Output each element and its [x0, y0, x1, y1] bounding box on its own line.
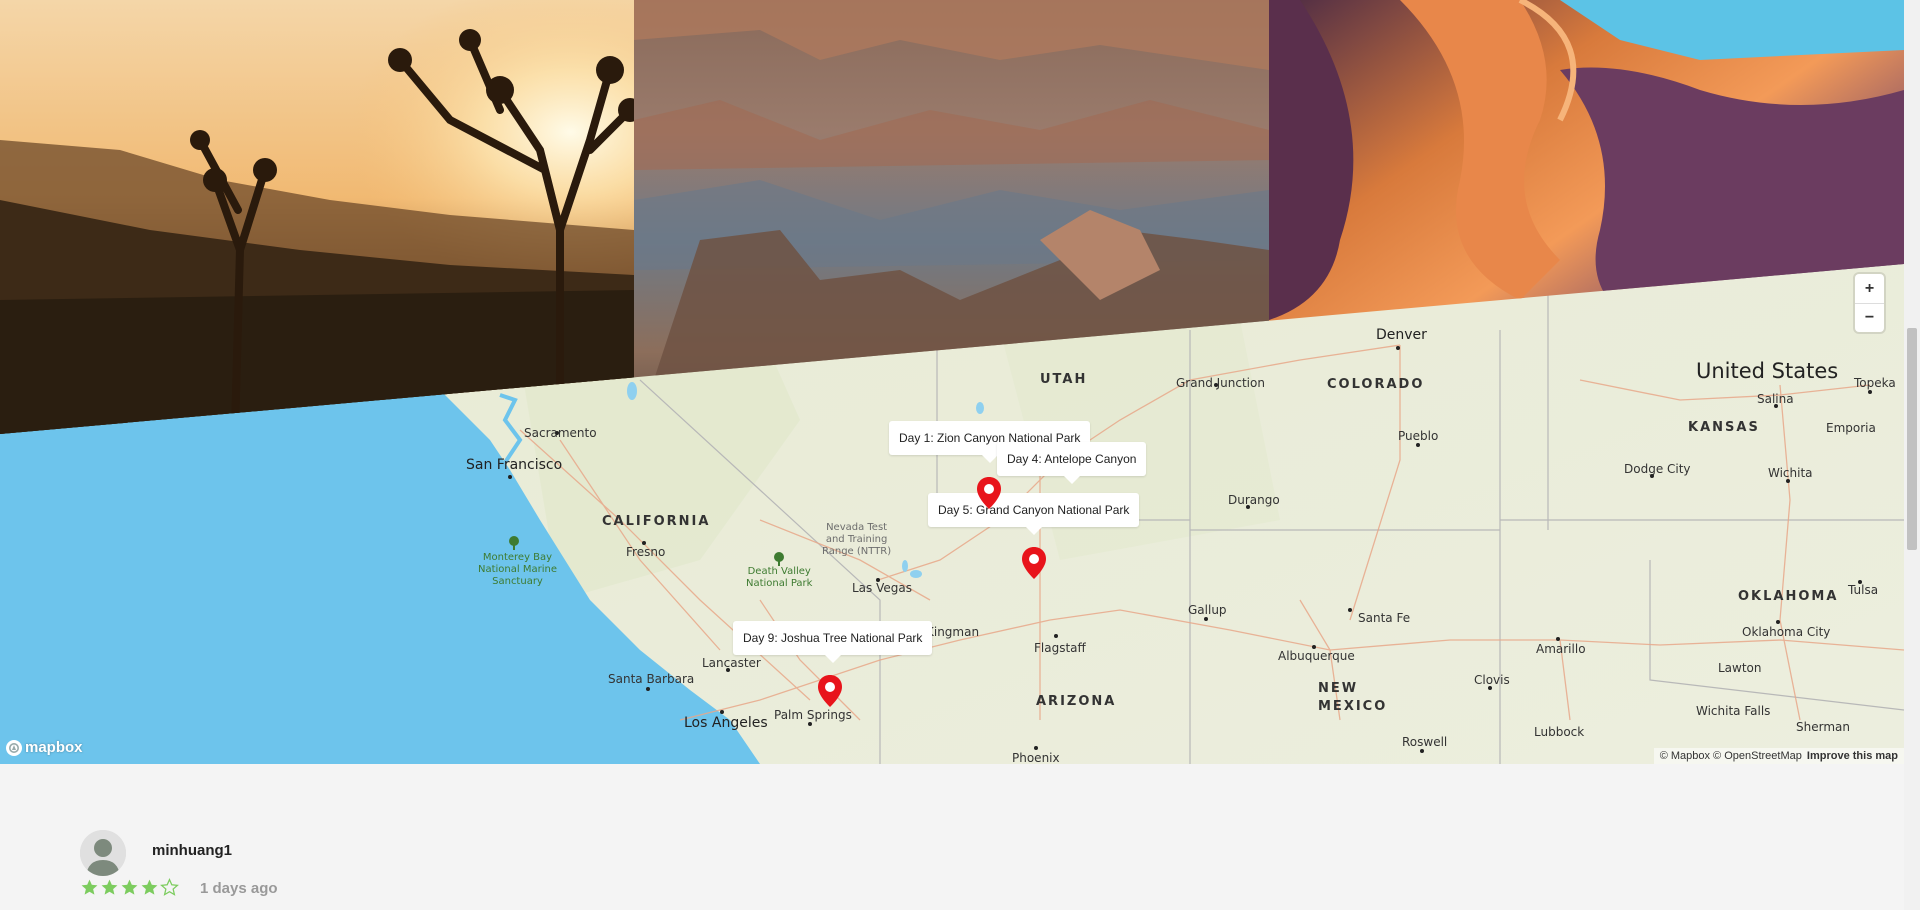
map-label-los-angeles: Los Angeles: [684, 715, 768, 731]
map-dot: [642, 541, 646, 545]
map-label-roswell: Roswell: [1402, 735, 1448, 749]
photo-antelope-canyon[interactable]: [1269, 0, 1904, 440]
star-filled-icon: [141, 879, 158, 895]
map-dot: [1858, 580, 1862, 584]
map-label-california: CALIFORNIA: [602, 514, 711, 529]
map-label-fresno: Fresno: [626, 545, 666, 559]
map-label-amarillo: Amarillo: [1536, 642, 1586, 656]
trip-photos: [0, 0, 1904, 440]
map-dot: [876, 578, 880, 582]
map-label-arizona: ARIZONA: [1036, 694, 1117, 709]
map-dot: [1776, 620, 1780, 624]
review-username[interactable]: minhuang1: [152, 842, 232, 859]
photo-joshua-tree[interactable]: [0, 0, 642, 440]
tree-icon: [509, 536, 519, 550]
map-label-clovis: Clovis: [1474, 673, 1510, 687]
map-attribution: © Mapbox © OpenStreetMap Improve this ma…: [1653, 748, 1904, 764]
map-label-monterey: Monterey Bay National Marine Sanctuary: [478, 552, 557, 587]
improve-map-link[interactable]: Improve this map: [1807, 750, 1898, 762]
mapbox-logo-icon: [6, 739, 22, 756]
map-label-las-vegas: Las Vegas: [852, 581, 912, 595]
map-dot: [1204, 617, 1208, 621]
star-filled-icon: [81, 879, 98, 895]
map-label-dodge-city: Dodge City: [1624, 462, 1691, 476]
user-avatar[interactable]: [80, 830, 126, 876]
marker-popup-grand-canyon[interactable]: Day 5: Grand Canyon National Park: [928, 493, 1140, 535]
map-label-sherman: Sherman: [1796, 720, 1850, 734]
map-pin-zion[interactable]: [977, 477, 1001, 509]
scrollbar-thumb[interactable]: [1907, 328, 1917, 550]
map-label-durango: Durango: [1228, 493, 1280, 507]
map-dot: [1650, 474, 1654, 478]
map-dot: [1416, 443, 1420, 447]
star-rating: [80, 878, 179, 897]
map-dot: [1556, 637, 1560, 641]
map-dot: [808, 722, 812, 726]
map-dot: [1786, 479, 1790, 483]
photo-grand-canyon[interactable]: [634, 0, 1269, 440]
map-label-lubbock: Lubbock: [1534, 725, 1585, 739]
attribution-text[interactable]: © Mapbox © OpenStreetMap: [1660, 750, 1802, 762]
star-filled-icon: [101, 879, 118, 895]
star-empty-icon: [160, 878, 179, 896]
map-label-oklahoma-city: Oklahoma City: [1742, 625, 1831, 639]
map-label-wichita: Wichita: [1768, 466, 1813, 480]
marker-popup-joshua-tree[interactable]: Day 9: Joshua Tree National Park: [733, 621, 933, 663]
map-label-kingman: Kingman: [926, 625, 980, 639]
map-dot: [1348, 608, 1352, 612]
map-dot: [1246, 505, 1250, 509]
map-label-palm-springs: Palm Springs: [774, 708, 852, 722]
star-filled-icon: [121, 879, 138, 895]
map-label-albuquerque: Albuquerque: [1278, 649, 1355, 663]
map-label-tulsa: Tulsa: [1848, 583, 1879, 597]
map-dot: [1312, 645, 1316, 649]
map-label-lawton: Lawton: [1718, 661, 1762, 675]
tree-icon: [774, 552, 784, 566]
mapbox-logo-text: mapbox: [25, 739, 83, 756]
map-label-nevada-test: Nevada Test and Training Range (NTTR): [822, 522, 892, 557]
map-dot: [1034, 746, 1038, 750]
map-label-oklahoma: OKLAHOMA: [1738, 589, 1839, 604]
map-label-death-valley: Death Valley National Park: [746, 566, 813, 589]
map-dot: [726, 668, 730, 672]
map-label-santa-fe: Santa Fe: [1358, 611, 1411, 625]
map-label-flagstaff: Flagstaff: [1034, 641, 1086, 655]
map-label-phoenix: Phoenix: [1012, 751, 1060, 764]
review-time: 1 days ago: [200, 880, 278, 897]
map-label-lancaster: Lancaster: [702, 656, 761, 670]
map-dot: [646, 687, 650, 691]
map-pin-grand-canyon[interactable]: [1022, 547, 1046, 579]
map-label-san-francisco: San Francisco: [466, 457, 563, 473]
map-label-new-mexico: NEW MEXICO: [1318, 681, 1388, 714]
map-dot: [508, 475, 512, 479]
map-label-gallup: Gallup: [1188, 603, 1227, 617]
map-dot: [1420, 749, 1424, 753]
map-pin-joshua-tree[interactable]: [818, 675, 842, 707]
map-dot: [1488, 686, 1492, 690]
mapbox-logo[interactable]: mapbox: [6, 739, 83, 756]
marker-popup-antelope[interactable]: Day 4: Antelope Canyon: [997, 442, 1147, 484]
map-label-wichita-falls: Wichita Falls: [1696, 704, 1771, 718]
map-label-santa-barbara: Santa Barbara: [608, 672, 695, 686]
page-scrollbar[interactable]: [1904, 0, 1920, 910]
map-dot: [720, 710, 724, 714]
map-dot: [1054, 634, 1058, 638]
